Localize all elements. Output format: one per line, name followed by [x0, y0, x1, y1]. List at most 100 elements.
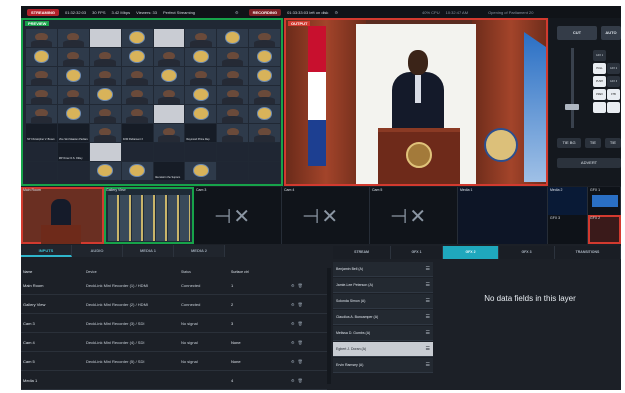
- input-device[interactable]: DeckLink Mini Recorder (3) / SDI: [86, 321, 181, 326]
- tab-gfx1[interactable]: GFX 1: [391, 246, 443, 259]
- source-media1[interactable]: Media 1: [458, 187, 548, 244]
- surface-ctrl-select[interactable]: 2: [231, 302, 291, 307]
- record-settings-icon[interactable]: ⚙: [334, 10, 338, 15]
- gallery-tile: MP Omar O.S. Ottley: [57, 143, 89, 161]
- settings-icon[interactable]: ⚙: [291, 378, 298, 383]
- inputs-table: Name Device Status Surface ctrl Main Roo…: [21, 268, 327, 390]
- t-bar-track[interactable]: [571, 48, 574, 128]
- tie-button-2[interactable]: TIE: [605, 138, 621, 148]
- table-row[interactable]: Media 1 4 ⚙🗑: [21, 371, 327, 390]
- tab-gfx2[interactable]: GFX 2: [443, 246, 499, 259]
- surface-ctrl-select[interactable]: None: [231, 340, 291, 345]
- table-row[interactable]: Cam 5 DeckLink Mini Recorder (5) / SDI No …: [21, 352, 327, 371]
- table-row[interactable]: Cam 3 DeckLink Mini Recorder (3) / SDI No …: [21, 314, 327, 333]
- lower-third-item[interactable]: Claudius A. Buncamper (A) ☰: [333, 310, 433, 325]
- list-icon[interactable]: ☰: [426, 298, 430, 304]
- source-gallery-view[interactable]: Gallery View: [104, 187, 194, 244]
- t-bar-handle[interactable]: [565, 104, 579, 110]
- gfx1-toggle[interactable]: GFX 1: [593, 50, 606, 61]
- delete-icon[interactable]: 🗑: [298, 302, 306, 307]
- settings-icon[interactable]: ⚙: [291, 340, 298, 345]
- tab-media2[interactable]: MEDIA 2: [174, 245, 225, 257]
- settings-icon[interactable]: ⚙: [291, 359, 298, 364]
- preview-monitor[interactable]: PREVIEW NP Christopher V. Brown Vice Sint…: [21, 18, 283, 186]
- table-row[interactable]: Cam 4 DeckLink Mini Recorder (4) / SDI No …: [21, 333, 327, 352]
- output-monitor[interactable]: OUTPUT: [284, 18, 548, 186]
- list-icon[interactable]: ☰: [426, 346, 430, 352]
- surface-ctrl-select[interactable]: 4: [231, 378, 291, 383]
- source-main-room[interactable]: Main Room: [21, 187, 104, 244]
- gallery-tile: [26, 29, 57, 47]
- auto-button[interactable]: AUTO: [601, 26, 621, 40]
- lower-third-item[interactable]: Benjamin Bell (A) ☰: [333, 262, 433, 277]
- gallery-tile: [26, 48, 57, 66]
- source-gfx3[interactable]: GFX 3: [548, 215, 588, 244]
- source-cam3[interactable]: Cam 3 ⊣✕: [194, 187, 282, 244]
- tab-stream[interactable]: STREAM: [333, 246, 391, 259]
- list-icon[interactable]: ☰: [426, 282, 430, 288]
- participant-body: [253, 97, 276, 104]
- delete-icon[interactable]: 🗑: [298, 283, 306, 288]
- participant-body: [221, 135, 244, 142]
- tab-gfx3[interactable]: GFX 3: [499, 246, 555, 259]
- lower-third-item[interactable]: Solonda Simon (A) ☰: [333, 294, 433, 309]
- list-icon[interactable]: ☰: [426, 266, 430, 272]
- gallery-tile: [217, 29, 249, 47]
- input-device[interactable]: DeckLink Mini Recorder (5) / SDI: [86, 359, 181, 364]
- table-scrollbar[interactable]: [327, 268, 331, 384]
- input-device[interactable]: DeckLink Mini Recorder (2) / HDMI: [86, 302, 181, 307]
- surface-ctrl-select[interactable]: None: [231, 359, 291, 364]
- ftb-button[interactable]: FTB: [607, 89, 620, 100]
- seal-emblem: [33, 50, 50, 63]
- delete-icon[interactable]: 🗑: [298, 321, 306, 326]
- participant-body: [190, 40, 212, 47]
- source-cam4[interactable]: Cam 4 ⊣✕: [282, 187, 370, 244]
- lower-third-item[interactable]: Jamie-Lee Peterson (A) ☰: [333, 278, 433, 293]
- push-button[interactable]: PUSH: [593, 76, 606, 87]
- settings-icon[interactable]: ⚙: [291, 302, 298, 307]
- table-row[interactable]: Main Room DeckLink Mini Recorder (1) / HD…: [21, 276, 327, 295]
- settings-icon[interactable]: ⚙: [235, 10, 239, 15]
- tab-inputs[interactable]: INPUTS: [21, 245, 72, 257]
- live-button-a[interactable]: [593, 102, 606, 113]
- table-row[interactable]: Gallery View DeckLink Mini Recorder (2) /…: [21, 295, 327, 314]
- gallery-tile: [185, 48, 217, 66]
- tab-transitions[interactable]: TRANSITIONS: [555, 246, 621, 259]
- record-time: 01:33:33:03 left on disk: [287, 9, 329, 15]
- tab-media1[interactable]: MEDIA 1: [123, 245, 174, 257]
- settings-icon[interactable]: ⚙: [291, 283, 298, 288]
- source-cam5[interactable]: Cam 5 ⊣✕: [370, 187, 458, 244]
- input-device[interactable]: DeckLink Mini Recorder (4) / SDI: [86, 340, 181, 345]
- list-icon[interactable]: ☰: [426, 362, 430, 368]
- participant-body: [158, 135, 180, 142]
- recording-badge[interactable]: RECORDING: [248, 8, 282, 16]
- settings-icon[interactable]: ⚙: [291, 321, 298, 326]
- lower-third-item[interactable]: Melissa D. Gumbs (A) ☰: [333, 326, 433, 341]
- gfx3-toggle[interactable]: GFX 3: [607, 76, 620, 87]
- tie-bg-button[interactable]: TIE BG: [557, 138, 581, 148]
- gfx2-toggle[interactable]: GFX 2: [607, 63, 620, 74]
- source-gfx2[interactable]: GFX 2: [588, 215, 621, 244]
- surface-ctrl-select[interactable]: 3: [231, 321, 291, 326]
- advert-button[interactable]: ADVERT: [557, 158, 621, 168]
- delete-icon[interactable]: 🗑: [298, 378, 306, 383]
- prev-button[interactable]: PREV: [593, 89, 606, 100]
- list-icon[interactable]: ☰: [426, 330, 430, 336]
- gallery-tile: [185, 29, 217, 47]
- delete-icon[interactable]: 🗑: [298, 359, 306, 364]
- streaming-badge[interactable]: STREAMING: [27, 8, 59, 16]
- surface-ctrl-select[interactable]: 1: [231, 283, 291, 288]
- input-status: No signal: [181, 320, 198, 326]
- live-button-b[interactable]: [607, 102, 620, 113]
- cut-button[interactable]: CUT: [557, 26, 597, 40]
- participant-body: [126, 97, 148, 104]
- pull-button[interactable]: PULL: [593, 63, 606, 74]
- list-icon[interactable]: ☰: [426, 314, 430, 320]
- tab-audio[interactable]: AUDIO: [72, 245, 123, 257]
- tie-button[interactable]: TIE: [585, 138, 601, 148]
- lower-third-item[interactable]: Ervin Ramsey (A) ☰: [333, 358, 433, 373]
- delete-icon[interactable]: 🗑: [298, 340, 306, 345]
- participant-body: [30, 116, 53, 123]
- lower-third-item[interactable]: Egbert J. Doran (A) ☰: [333, 342, 433, 357]
- input-device[interactable]: DeckLink Mini Recorder (1) / HDMI: [86, 283, 181, 288]
